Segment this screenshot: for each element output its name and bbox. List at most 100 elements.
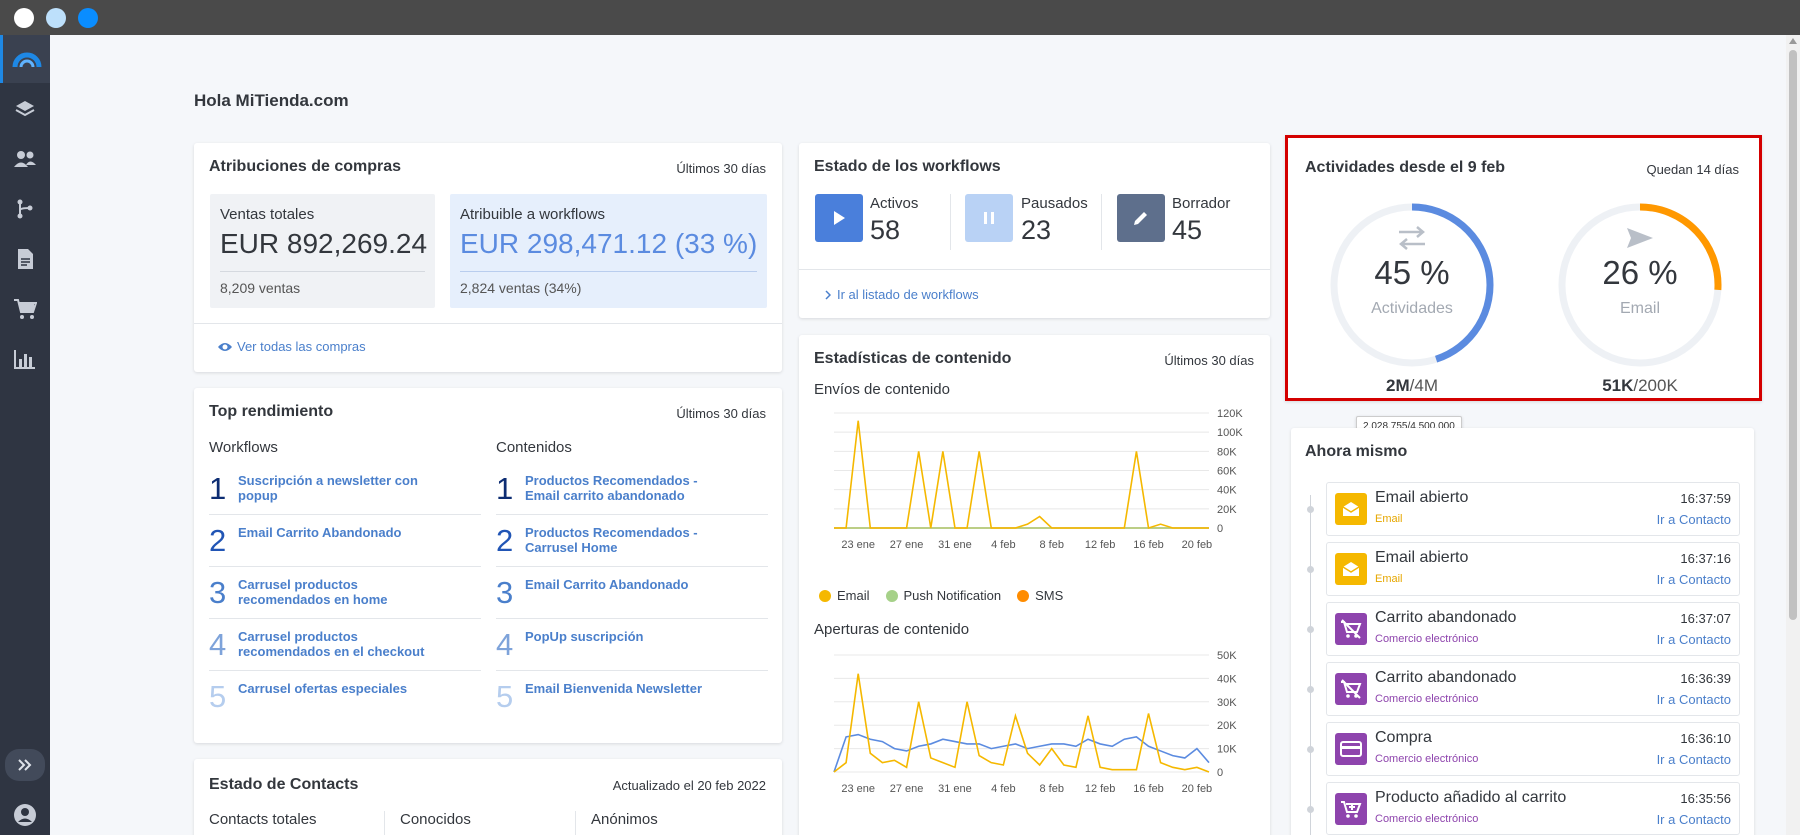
page-greeting: Hola MiTienda.com <box>194 91 349 110</box>
top-content-row[interactable]: 2 Productos Recomendados - Carrusel Home <box>496 515 768 567</box>
top-workflow-name-link[interactable]: Carrusel productos recomendados en el ch… <box>238 629 438 659</box>
sidebar-user-account[interactable] <box>0 797 50 833</box>
page-scrollbar[interactable] <box>1786 35 1800 835</box>
top-workflow-name-link[interactable]: Carrusel productos recomendados en home <box>238 577 438 607</box>
x-tick-label: 23 ene <box>841 539 875 551</box>
go-to-contact-link[interactable]: Ir a Contacto <box>1657 692 1731 707</box>
activity-item[interactable]: Producto añadido al carrito Comercio ele… <box>1326 782 1740 835</box>
window-maximize-dot[interactable] <box>78 8 98 28</box>
top-content-name-link[interactable]: Productos Recomendados - Carrusel Home <box>525 525 725 555</box>
top-content-row[interactable]: 4 PopUp suscripción <box>496 619 768 671</box>
timeline-dot <box>1307 566 1314 573</box>
opens-chart-label: Aperturas de contenido <box>814 621 970 638</box>
active-count: 58 <box>870 215 901 245</box>
top-workflow-row[interactable]: 3 Carrusel productos recomendados en home <box>209 567 481 619</box>
top-content-name-link[interactable]: PopUp suscripción <box>525 629 725 644</box>
paper-plane-icon <box>1627 228 1653 248</box>
x-tick-label: 20 feb <box>1182 783 1213 795</box>
sidebar-expand-button[interactable] <box>5 749 45 781</box>
sidebar-item-layers[interactable] <box>0 85 50 133</box>
top-workflow-rank-number: 3 <box>209 575 227 610</box>
activities-percent: 45 % <box>1374 254 1450 291</box>
timeline-dot <box>1307 626 1314 633</box>
sidebar-item-reports[interactable] <box>0 335 50 383</box>
activity-item[interactable]: Email abierto Email 16:37:59 Ir a Contac… <box>1326 482 1740 536</box>
activity-item[interactable]: Compra Comercio electrónico 16:36:10 Ir … <box>1326 722 1740 776</box>
contents-column-header: Contenidos <box>496 439 572 456</box>
legend-item[interactable]: Email <box>819 588 870 603</box>
top-workflow-row[interactable]: 2 Email Carrito Abandonado <box>209 515 481 567</box>
top-workflow-row[interactable]: 1 Suscripción a newsletter con popup <box>209 463 481 515</box>
y-tick-label: 20K <box>1217 720 1237 732</box>
activity-title: Email abierto <box>1375 549 1469 566</box>
top-content-name-link[interactable]: Productos Recomendados - Email carrito a… <box>525 473 725 503</box>
x-tick-label: 8 feb <box>1040 539 1064 551</box>
activities-ring-label: Actividades <box>1371 300 1453 317</box>
attributable-sales-box: Atribuible a workflows EUR 298,471.12 (3… <box>450 194 767 308</box>
paused-workflows-button[interactable] <box>965 194 1013 242</box>
document-icon <box>18 249 33 269</box>
sidebar-item-ecommerce[interactable] <box>0 285 50 333</box>
legend-item[interactable]: SMS <box>1017 588 1063 603</box>
people-icon <box>14 151 36 167</box>
attributable-label: Atribuible a workflows <box>460 206 606 223</box>
activity-item[interactable]: Email abierto Email 16:37:16 Ir a Contac… <box>1326 542 1740 596</box>
total-sales-label: Ventas totales <box>220 206 315 223</box>
activity-time: 16:37:16 <box>1680 551 1731 566</box>
go-to-contact-link[interactable]: Ir a Contacto <box>1657 752 1731 767</box>
go-to-contact-link[interactable]: Ir a Contacto <box>1657 572 1731 587</box>
activity-time: 16:36:10 <box>1680 731 1731 746</box>
scrollbar-thumb[interactable] <box>1789 50 1797 620</box>
top-workflow-row[interactable]: 4 Carrusel productos recomendados en el c… <box>209 619 481 671</box>
eye-icon <box>218 342 232 351</box>
contacts-updated: Actualizado el 20 feb 2022 <box>612 778 766 793</box>
active-workflows-button[interactable] <box>815 194 863 242</box>
top-workflow-name-link[interactable]: Carrusel ofertas especiales <box>238 681 438 696</box>
activity-time: 16:37:59 <box>1680 491 1731 506</box>
workflows-status-title: Estado de los workflows <box>814 158 1001 175</box>
top-content-rank-number: 4 <box>496 627 514 662</box>
workflows-footer-divider <box>799 269 1270 270</box>
top-content-rank-number: 1 <box>496 471 514 506</box>
legend-item[interactable]: Push Notification <box>885 588 1001 603</box>
top-content-row[interactable]: 5 Email Bienvenida Newsletter <box>496 671 768 723</box>
timeline-dot <box>1307 506 1314 513</box>
view-all-purchases-link[interactable]: Ver todas las compras <box>217 339 366 354</box>
top-workflow-rank-number: 1 <box>209 471 227 506</box>
go-to-contact-link[interactable]: Ir a Contacto <box>1657 632 1731 647</box>
top-workflow-row[interactable]: 5 Carrusel ofertas especiales <box>209 671 481 723</box>
activity-category: Comercio electrónico <box>1375 753 1479 765</box>
activity-item[interactable]: Carrito abandonado Comercio electrónico … <box>1326 602 1740 656</box>
x-tick-label: 4 feb <box>991 539 1015 551</box>
window-minimize-dot[interactable] <box>46 8 66 28</box>
go-to-contact-link[interactable]: Ir a Contacto <box>1657 812 1731 827</box>
top-content-row[interactable]: 1 Productos Recomendados - Email carrito … <box>496 463 768 515</box>
x-tick-label: 12 feb <box>1085 783 1116 795</box>
top-content-name-link[interactable]: Email Carrito Abandonado <box>525 577 725 592</box>
shopping-cart-icon <box>14 299 37 319</box>
y-tick-label: 0 <box>1217 523 1223 535</box>
draft-workflows-button[interactable] <box>1117 194 1165 242</box>
window-close-dot[interactable] <box>14 8 34 28</box>
go-to-workflows-link[interactable]: Ir al listado de workflows <box>825 287 979 302</box>
scroll-up-arrow-icon[interactable] <box>1789 38 1797 44</box>
activity-item[interactable]: Carrito abandonado Comercio electrónico … <box>1326 662 1740 716</box>
top-content-row[interactable]: 3 Email Carrito Abandonado <box>496 567 768 619</box>
x-tick-label: 12 feb <box>1085 539 1116 551</box>
top-content-name-link[interactable]: Email Bienvenida Newsletter <box>525 681 725 696</box>
top-workflow-name-link[interactable]: Suscripción a newsletter con popup <box>238 473 438 503</box>
y-tick-label: 30K <box>1217 697 1237 709</box>
credit-card-icon <box>1335 733 1367 765</box>
top-workflow-name-link[interactable]: Email Carrito Abandonado <box>238 525 438 540</box>
chevron-right-icon <box>825 289 831 300</box>
sidebar-item-contacts[interactable] <box>0 135 50 183</box>
sidebar-item-dashboard[interactable] <box>0 35 50 83</box>
sidebar-item-content[interactable] <box>0 235 50 283</box>
sidebar-item-workflows[interactable] <box>0 185 50 233</box>
y-tick-label: 10K <box>1217 744 1237 756</box>
wf-divider-2 <box>1101 194 1102 250</box>
bar-chart-icon <box>14 350 35 369</box>
activity-title: Compra <box>1375 729 1432 746</box>
go-to-contact-link[interactable]: Ir a Contacto <box>1657 512 1731 527</box>
sidebar <box>0 35 50 835</box>
